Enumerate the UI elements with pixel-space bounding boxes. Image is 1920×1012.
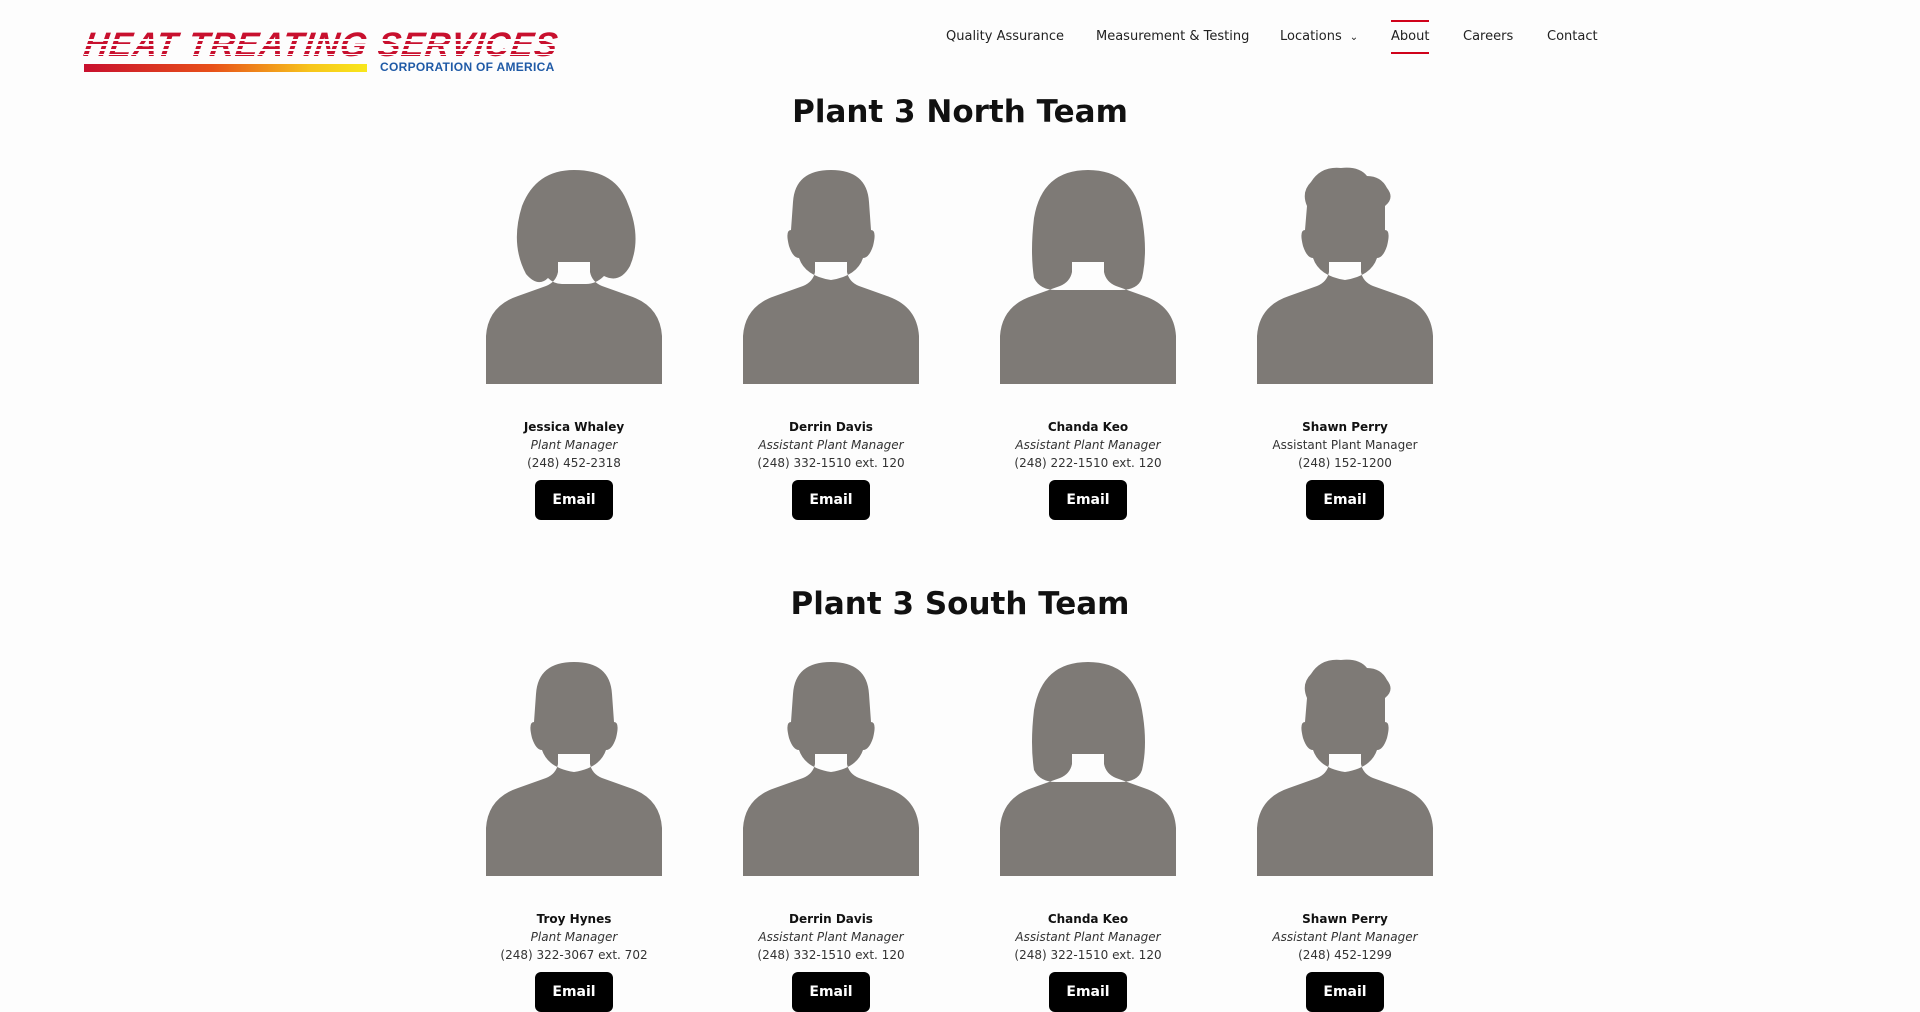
nav-quality-assurance[interactable]: Quality Assurance (946, 20, 1064, 54)
member-name: Shawn Perry (1302, 912, 1388, 926)
male-spiky-hair-icon (1257, 167, 1433, 384)
member-name: Troy Hynes (536, 912, 612, 926)
nav-about[interactable]: About (1391, 20, 1430, 54)
member-role: Assistant Plant Manager (758, 438, 904, 452)
nav-measurement-testing[interactable]: Measurement & Testing (1096, 20, 1249, 54)
member-role: Assistant Plant Manager (1015, 438, 1161, 452)
member-phone: (248) 322-1510 ext. 120 (1014, 948, 1162, 962)
member-role: Plant Manager (530, 438, 618, 452)
nav-locations[interactable]: Locations ⌄ (1280, 20, 1358, 54)
member-name: Derrin Davis (789, 420, 873, 434)
member-phone: (248) 452-1299 (1298, 948, 1392, 962)
member-phone: (248) 332-1510 ext. 120 (757, 456, 905, 470)
member-name: Jessica Whaley (523, 420, 625, 434)
team-member-card: Shawn Perry Assistant Plant Manager (248) … (1245, 166, 1445, 520)
logo-wordmark: HEAT TREATING SERVICES (81, 26, 561, 64)
email-button[interactable]: Email (792, 480, 870, 520)
member-role: Assistant Plant Manager (1272, 930, 1418, 944)
email-button[interactable]: Email (1049, 972, 1127, 1012)
team-member-card: Chanda Keo Assistant Plant Manager (248) 3… (988, 658, 1188, 1012)
team-member-card: Derrin Davis Assistant Plant Manager (248)… (731, 658, 931, 1012)
section-title-north: Plant 3 North Team (792, 94, 1128, 130)
member-role: Assistant Plant Manager (1015, 930, 1161, 944)
member-phone: (248) 152-1200 (1298, 456, 1392, 470)
team-member-card: Jessica Whaley Plant Manager (248) 452-231… (474, 166, 674, 520)
male-icon (743, 662, 919, 876)
team-member-card: Derrin Davis Assistant Plant Manager (248)… (731, 166, 931, 520)
member-phone: (248) 332-1510 ext. 120 (757, 948, 905, 962)
male-icon (743, 170, 919, 384)
nav-locations-label: Locations (1280, 29, 1342, 44)
email-button[interactable]: Email (1306, 972, 1384, 1012)
email-button[interactable]: Email (1049, 480, 1127, 520)
company-logo[interactable]: HEAT TREATING SERVICES CORPORATION OF AM… (81, 26, 574, 75)
email-button[interactable]: Email (1306, 480, 1384, 520)
member-name: Chanda Keo (1047, 420, 1129, 434)
member-role: Assistant Plant Manager (758, 930, 904, 944)
member-role: Assistant Plant Manager (1272, 438, 1418, 452)
logo-color-bar (84, 64, 367, 72)
male-icon (486, 662, 662, 876)
chevron-down-icon: ⌄ (1349, 32, 1359, 43)
male-spiky-hair-icon (1257, 659, 1433, 876)
nav-contact[interactable]: Contact (1547, 20, 1598, 54)
email-button[interactable]: Email (535, 972, 613, 1012)
member-phone: (248) 322-3067 ext. 702 (500, 948, 648, 962)
member-role: Plant Manager (530, 930, 618, 944)
logo-subtitle: CORPORATION OF AMERICA (380, 60, 555, 74)
section-title-south: Plant 3 South Team (790, 586, 1130, 622)
member-name: Shawn Perry (1302, 420, 1388, 434)
female-bob-icon (1000, 662, 1176, 876)
email-button[interactable]: Email (535, 480, 613, 520)
member-phone: (248) 452-2318 (527, 456, 621, 470)
member-name: Derrin Davis (789, 912, 873, 926)
member-name: Chanda Keo (1047, 912, 1129, 926)
site-header: HEAT TREATING SERVICES CORPORATION OF AM… (0, 0, 1920, 80)
email-button[interactable]: Email (792, 972, 870, 1012)
team-member-card: Shawn Perry Assistant Plant Manager (248) … (1245, 658, 1445, 1012)
member-phone: (248) 222-1510 ext. 120 (1014, 456, 1162, 470)
female-short-hair-icon (486, 170, 662, 384)
female-bob-icon (1000, 170, 1176, 384)
team-member-card: Chanda Keo Assistant Plant Manager (248) 2… (988, 166, 1188, 520)
team-member-card: Troy Hynes Plant Manager (248) 322-3067 ex… (474, 658, 674, 1012)
nav-careers[interactable]: Careers (1463, 20, 1513, 54)
